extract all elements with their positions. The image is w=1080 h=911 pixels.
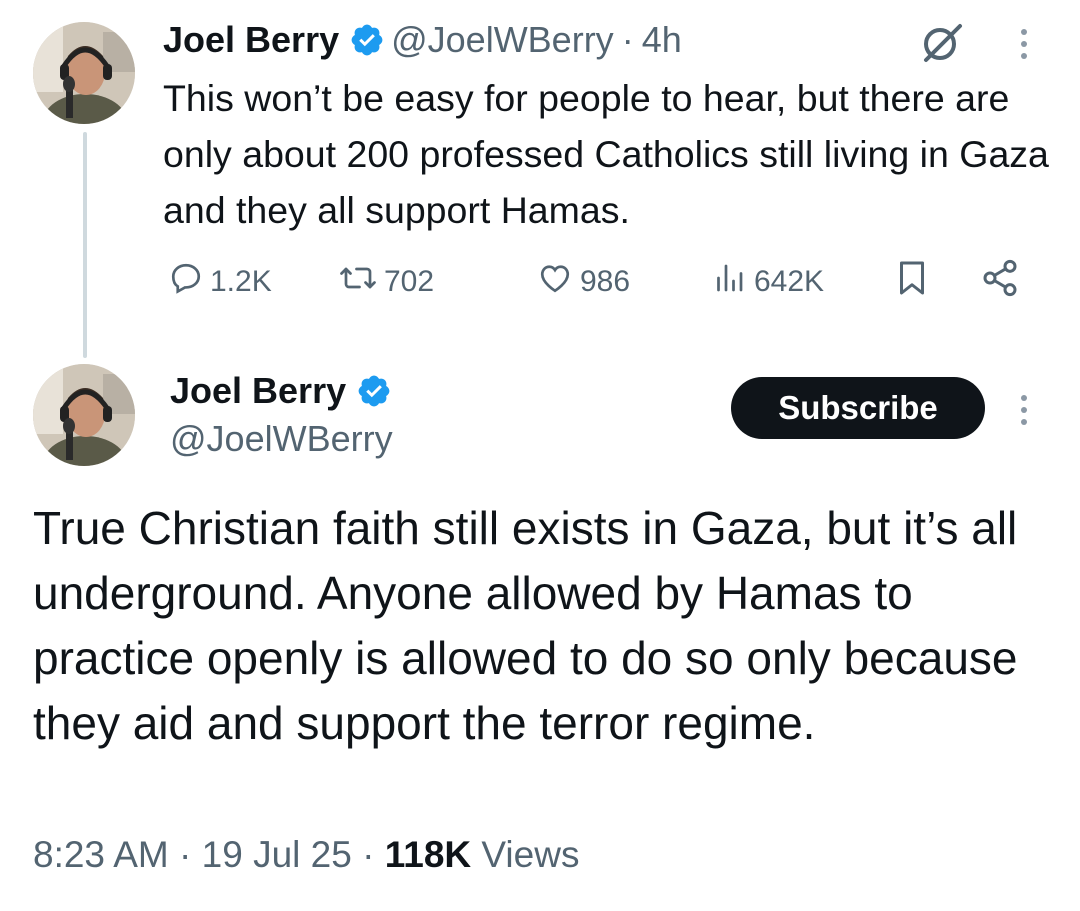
- author-name[interactable]: Joel Berry: [163, 19, 339, 61]
- tweet-date[interactable]: 19 Jul 25: [202, 834, 352, 875]
- tweet-time[interactable]: 8:23 AM: [33, 834, 169, 875]
- views-button[interactable]: 642K: [710, 254, 824, 310]
- like-count: 986: [580, 265, 631, 298]
- reply-button[interactable]: 1.2K: [168, 254, 272, 310]
- verified-badge-icon: [356, 373, 392, 409]
- main-tweet-header: Joel Berry: [170, 366, 398, 416]
- tweet-metadata: 8:23 AM · 19 Jul 25 · 118K Views: [33, 834, 579, 876]
- more-options-icon[interactable]: [1012, 386, 1036, 434]
- action-bar: 1.2K 702 986 642K: [168, 254, 1048, 310]
- like-icon: [536, 260, 580, 304]
- repost-button[interactable]: 702: [338, 254, 434, 310]
- more-options-icon[interactable]: [1012, 20, 1036, 68]
- thread-line: [83, 132, 87, 358]
- like-button[interactable]: 986: [536, 254, 630, 310]
- bookmark-button[interactable]: [894, 254, 936, 310]
- tweet-time[interactable]: 4h: [642, 19, 682, 61]
- grok-icon[interactable]: [918, 18, 966, 66]
- views-count: 642K: [754, 265, 825, 298]
- author-handle[interactable]: @JoelWBerry: [170, 418, 393, 460]
- views-icon: [710, 260, 754, 304]
- repost-count: 702: [384, 265, 435, 298]
- reply-icon: [168, 260, 210, 304]
- avatar[interactable]: [33, 364, 135, 466]
- main-tweet-text: True Christian faith still exists in Gaz…: [33, 502, 1018, 749]
- subscribe-button[interactable]: Subscribe: [731, 377, 985, 439]
- share-icon: [980, 258, 1026, 306]
- bookmark-icon: [894, 258, 936, 306]
- author-name[interactable]: Joel Berry: [170, 370, 346, 412]
- views-label: Views: [481, 834, 580, 875]
- verified-badge-icon: [349, 22, 385, 58]
- separator: ·: [179, 834, 192, 875]
- repost-icon: [338, 260, 384, 304]
- avatar[interactable]: [33, 22, 135, 124]
- author-handle[interactable]: @JoelWBerry: [391, 19, 614, 61]
- reply-count: 1.2K: [210, 265, 272, 298]
- share-button[interactable]: [980, 254, 1026, 310]
- separator: ·: [362, 834, 375, 875]
- parent-tweet-text: This won’t be easy for people to hear, b…: [163, 77, 1049, 231]
- parent-tweet-header: Joel Berry @JoelWBerry · 4h: [163, 16, 682, 64]
- separator: ·: [621, 19, 634, 60]
- views-count: 118K: [384, 834, 472, 875]
